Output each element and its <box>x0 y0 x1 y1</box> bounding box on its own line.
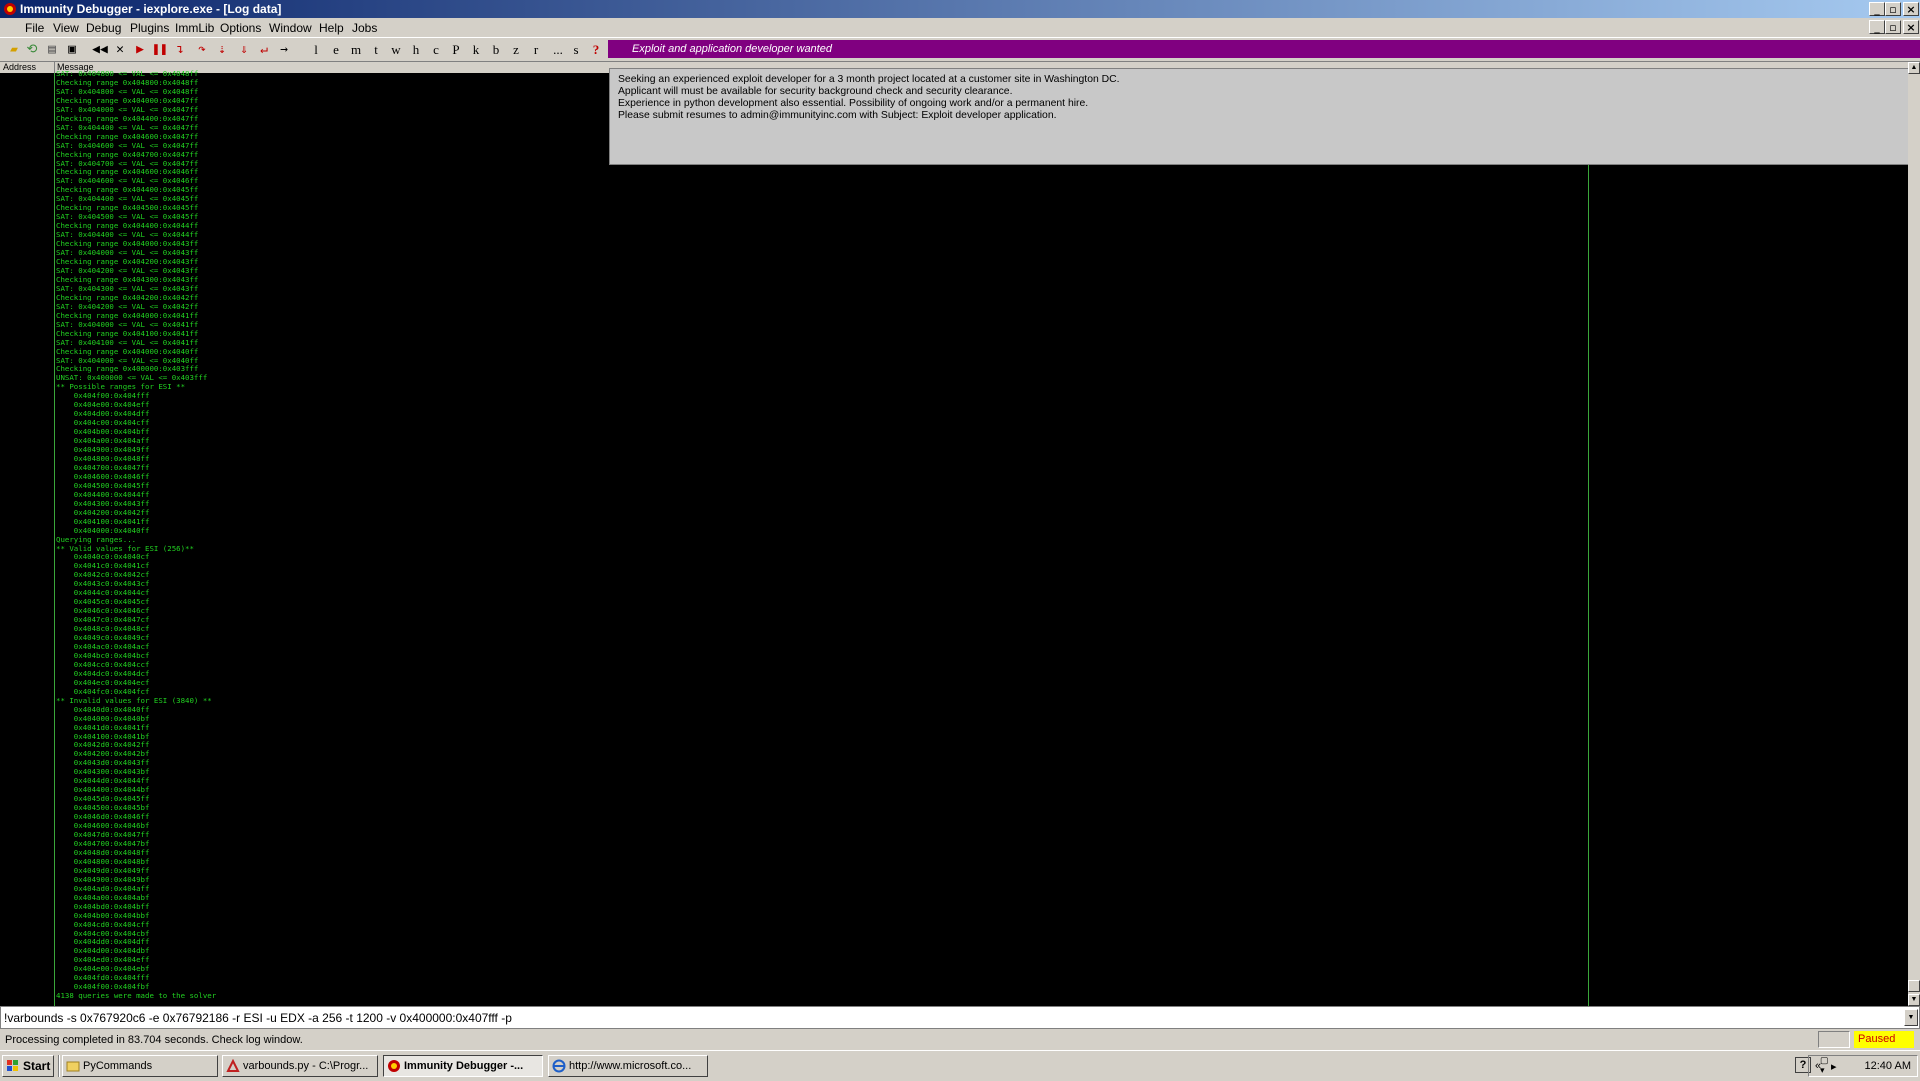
toolbar-button-cpu[interactable]: c <box>428 41 444 58</box>
scroll-thumb[interactable] <box>1908 980 1920 992</box>
toolbar-button-breakpoints[interactable]: b <box>488 41 504 58</box>
scroll-up-icon[interactable]: ▲ <box>1908 62 1920 74</box>
step-into-icon[interactable]: ↴ <box>172 41 188 58</box>
child-restore-button[interactable]: ▫ <box>1885 20 1901 34</box>
menu-bar: File View Debug Plugins ImmLib Options W… <box>0 18 1920 37</box>
task-label: PyCommands <box>83 1060 153 1072</box>
command-input[interactable] <box>4 1009 1894 1026</box>
task-label: varbounds.py - C:\Progr... <box>243 1060 369 1072</box>
menu-jobs[interactable]: Jobs <box>352 21 377 35</box>
task-varbounds-editor[interactable]: varbounds.py - C:\Progr... <box>222 1055 378 1077</box>
status-separator <box>1818 1031 1850 1048</box>
toolbar-button-windows[interactable]: w <box>388 41 404 58</box>
job-banner[interactable]: Exploit and application developer wanted <box>608 40 1920 58</box>
toolbar-button-threads[interactable]: t <box>368 41 384 58</box>
execute-till-return-icon[interactable]: ↵ <box>256 41 272 58</box>
menu-file[interactable]: File <box>25 21 44 35</box>
toolbar-button-memory[interactable]: m <box>348 41 364 58</box>
notice-line: Experience in python development also es… <box>618 98 1089 109</box>
debugger-icon <box>388 1060 400 1072</box>
notice-line: Please submit resumes to admin@immunityi… <box>618 110 1057 121</box>
toolbar-button-callstack[interactable]: k <box>468 41 484 58</box>
window-title: Immunity Debugger - iexplore.exe - [Log … <box>20 2 282 16</box>
toolbar-button-run-trace[interactable]: ... <box>550 41 566 58</box>
windows-logo-icon <box>7 1060 18 1071</box>
system-tray: « ▸ 12:40 AM <box>1808 1055 1918 1077</box>
toolbar-button-log[interactable]: l <box>308 41 324 58</box>
go-to-icon[interactable]: → <box>276 41 292 58</box>
clock[interactable]: 12:40 AM <box>1865 1056 1911 1076</box>
toolbar-button-modules[interactable]: e <box>328 41 344 58</box>
help-icon[interactable]: ? <box>588 41 604 58</box>
scroll-down-icon[interactable]: ▼ <box>1908 994 1920 1006</box>
title-bar: Immunity Debugger - iexplore.exe - [Log … <box>0 0 1920 18</box>
task-browser[interactable]: http://www.microsoft.co... <box>548 1055 708 1077</box>
toolbar-button-patches[interactable]: P <box>448 41 464 58</box>
log-line: 0x404000:0x4040ff <box>56 525 150 535</box>
terminate-icon[interactable]: ▣ <box>64 41 80 58</box>
rewind-icon[interactable]: ◀◀ <box>92 41 108 58</box>
notice-line: Seeking an experienced exploit developer… <box>618 74 1120 85</box>
editor-icon <box>226 1059 240 1072</box>
close-process-icon[interactable]: ✕ <box>112 41 128 58</box>
toolbar-button-handles[interactable]: h <box>408 41 424 58</box>
address-column-divider <box>54 73 55 1006</box>
menu-debug[interactable]: Debug <box>86 21 121 35</box>
task-pycommands[interactable]: PyCommands <box>62 1055 218 1077</box>
command-bar: ▼ <box>0 1006 1920 1029</box>
menu-options[interactable]: Options <box>220 21 261 35</box>
trace-into-icon[interactable]: ⇣ <box>214 41 230 58</box>
message-column-divider <box>1588 73 1589 1006</box>
close-button[interactable]: × <box>1903 2 1919 16</box>
open-icon[interactable]: ▰ <box>6 41 22 58</box>
task-label: Immunity Debugger -... <box>404 1060 524 1072</box>
log-line: 4138 queries were made to the solver <box>56 991 217 1001</box>
start-label: Start <box>23 1059 51 1073</box>
menu-window[interactable]: Window <box>269 21 312 35</box>
debugger-state-badge: Paused <box>1854 1031 1914 1048</box>
log-output: SAT: 0x404800 <= VAL <= 0x4048ff Checking… <box>56 69 656 1001</box>
toolbar-button-hw-breakpoints[interactable]: z <box>508 41 524 58</box>
task-immunity-debugger[interactable]: Immunity Debugger -... <box>383 1055 543 1077</box>
pause-icon[interactable]: ❚❚ <box>152 41 168 58</box>
menu-immlib[interactable]: ImmLib <box>175 21 214 35</box>
menu-plugins[interactable]: Plugins <box>130 21 169 35</box>
toolbar-button-source[interactable]: s <box>568 41 584 58</box>
task-label: http://www.microsoft.co... <box>569 1060 692 1072</box>
log-window: Address Message SAT: 0x404800 <= VAL <= … <box>0 62 1920 1006</box>
status-message: Processing completed in 83.704 seconds. … <box>5 1034 303 1046</box>
job-notice-popup[interactable]: Seeking an experienced exploit developer… <box>609 68 1911 165</box>
toolbar-button-references[interactable]: r <box>528 41 544 58</box>
step-over-icon[interactable]: ↷ <box>194 41 210 58</box>
attach-icon[interactable]: ▤ <box>44 41 60 58</box>
browser-icon <box>552 1059 566 1073</box>
child-close-button[interactable]: × <box>1903 20 1919 34</box>
start-button[interactable]: Start <box>2 1055 54 1077</box>
status-bar: Processing completed in 83.704 seconds. … <box>0 1030 1920 1049</box>
notice-line: Applicant will must be available for sec… <box>618 86 1013 97</box>
menu-view[interactable]: View <box>53 21 79 35</box>
child-minimize-button[interactable]: _ <box>1869 20 1885 34</box>
trace-over-icon[interactable]: ⇓ <box>236 41 252 58</box>
run-icon[interactable]: ▶ <box>132 41 148 58</box>
tray-expand-icon[interactable]: « <box>1815 1056 1821 1076</box>
volume-icon[interactable]: ▸ <box>1831 1057 1843 1073</box>
minimize-button[interactable]: _ <box>1869 2 1885 16</box>
restart-icon[interactable]: ⟲ <box>24 41 40 58</box>
column-address[interactable]: Address <box>3 62 36 73</box>
app-icon <box>4 3 16 15</box>
command-history-dropdown-icon[interactable]: ▼ <box>1904 1009 1918 1026</box>
folder-icon <box>66 1061 80 1072</box>
taskbar: Start PyCommands varbounds.py - C:\Progr… <box>0 1050 1920 1081</box>
menu-help[interactable]: Help <box>319 21 344 35</box>
log-scrollbar[interactable]: ▲ ▼ <box>1908 62 1920 1006</box>
maximize-button[interactable]: ▫ <box>1885 2 1901 16</box>
